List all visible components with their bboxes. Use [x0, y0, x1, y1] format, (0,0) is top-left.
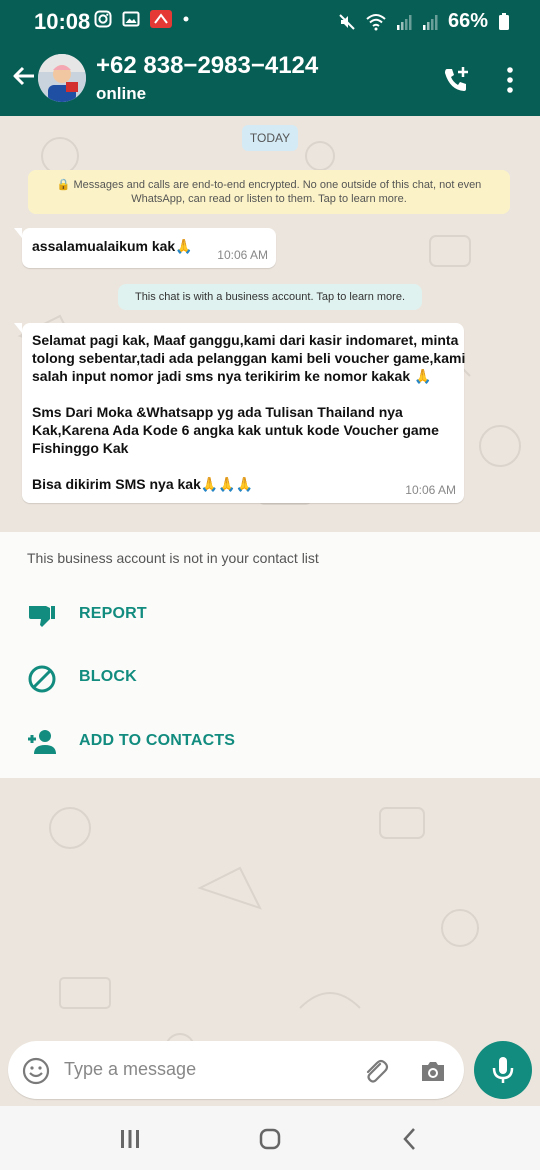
add-to-contacts-button[interactable]: ADD TO CONTACTS [0, 717, 540, 767]
status-bar: 10:08 66% [0, 0, 540, 42]
avatar[interactable] [38, 54, 86, 102]
report-label: REPORT [79, 605, 147, 622]
block-button[interactable]: BLOCK [0, 653, 540, 703]
instagram-icon [94, 10, 112, 28]
system-back-icon[interactable] [395, 1124, 425, 1154]
app-icon [150, 10, 172, 28]
message-line: Fishinggo Kak [32, 440, 129, 456]
attach-icon[interactable] [360, 1056, 390, 1086]
camera-icon[interactable] [418, 1056, 448, 1086]
contact-status: online [96, 84, 147, 103]
add-person-icon [26, 727, 58, 759]
report-button[interactable]: REPORT [0, 590, 540, 640]
dot-icon [182, 10, 190, 28]
message-bubble[interactable]: Selamat pagi kak, Maaf ganggu,kami dari … [14, 323, 466, 503]
message-bubble[interactable]: assalamualaikum kak🙏 10:06 AM [14, 228, 276, 268]
bubble-tail [14, 228, 22, 238]
voice-record-button[interactable] [474, 1041, 532, 1099]
block-label: BLOCK [79, 668, 137, 685]
chat-header: +62 838−2983−4124 online [0, 42, 540, 116]
message-time: 10:06 AM [405, 483, 456, 497]
message-input[interactable]: Type a message [64, 1059, 196, 1080]
message-line: Bisa dikirim SMS nya kak🙏🙏🙏 [32, 476, 254, 492]
mute-icon [338, 13, 356, 31]
gallery-icon [122, 10, 140, 28]
wifi-icon [366, 13, 386, 31]
battery-icon [498, 12, 510, 31]
add-call-icon[interactable] [440, 64, 472, 96]
message-time: 10:06 AM [217, 248, 268, 262]
system-navigation-bar [0, 1106, 540, 1170]
more-options-icon[interactable] [500, 64, 520, 96]
block-icon [26, 663, 58, 695]
microphone-icon [492, 1057, 514, 1083]
date-chip: TODAY [242, 125, 298, 151]
signal-icon [396, 13, 412, 31]
recent-apps-icon[interactable] [115, 1124, 145, 1154]
message-text: Selamat pagi kak, Maaf ganggu,kami dari … [32, 331, 466, 493]
message-line [32, 457, 454, 475]
home-icon[interactable] [255, 1124, 285, 1154]
back-arrow-icon[interactable] [10, 62, 38, 90]
status-left-icons [94, 10, 190, 28]
message-line: salah input nomor jadi sms nya terikirim… [32, 368, 432, 384]
message-line: Selamat pagi kak, Maaf ganggu,kami dari … [32, 332, 459, 348]
chat-area[interactable]: TODAY 🔒 Messages and calls are end-to-en… [0, 116, 540, 532]
message-line [32, 385, 454, 403]
add-to-contacts-label: ADD TO CONTACTS [79, 732, 236, 749]
top-bar: 10:08 66% +62 838−2983−4124 online [0, 0, 540, 116]
message-composer[interactable]: Type a message [8, 1041, 464, 1099]
message-line: Kak,Karena Ada Kode 6 angka kak untuk ko… [32, 422, 439, 438]
status-right-icons: 66% [338, 10, 510, 33]
encryption-notice[interactable]: 🔒 Messages and calls are end-to-end encr… [28, 170, 510, 214]
emoji-icon[interactable] [22, 1057, 50, 1085]
signal-icon [422, 13, 438, 31]
message-line: Sms Dari Moka &Whatsapp yg ada Tulisan T… [32, 404, 403, 420]
business-account-panel: This business account is not in your con… [0, 532, 540, 778]
thumbs-down-icon [26, 600, 58, 632]
contact-name[interactable]: +62 838−2983−4124 [96, 52, 318, 80]
message-line: tolong sebentar,tadi ada pelanggan kami … [32, 350, 466, 366]
status-time: 10:08 [34, 9, 91, 34]
bubble-tail [14, 323, 22, 333]
not-in-contacts-note: This business account is not in your con… [27, 550, 319, 566]
battery-percentage: 66% [447, 10, 488, 32]
business-account-notice[interactable]: This chat is with a business account. Ta… [118, 284, 422, 310]
